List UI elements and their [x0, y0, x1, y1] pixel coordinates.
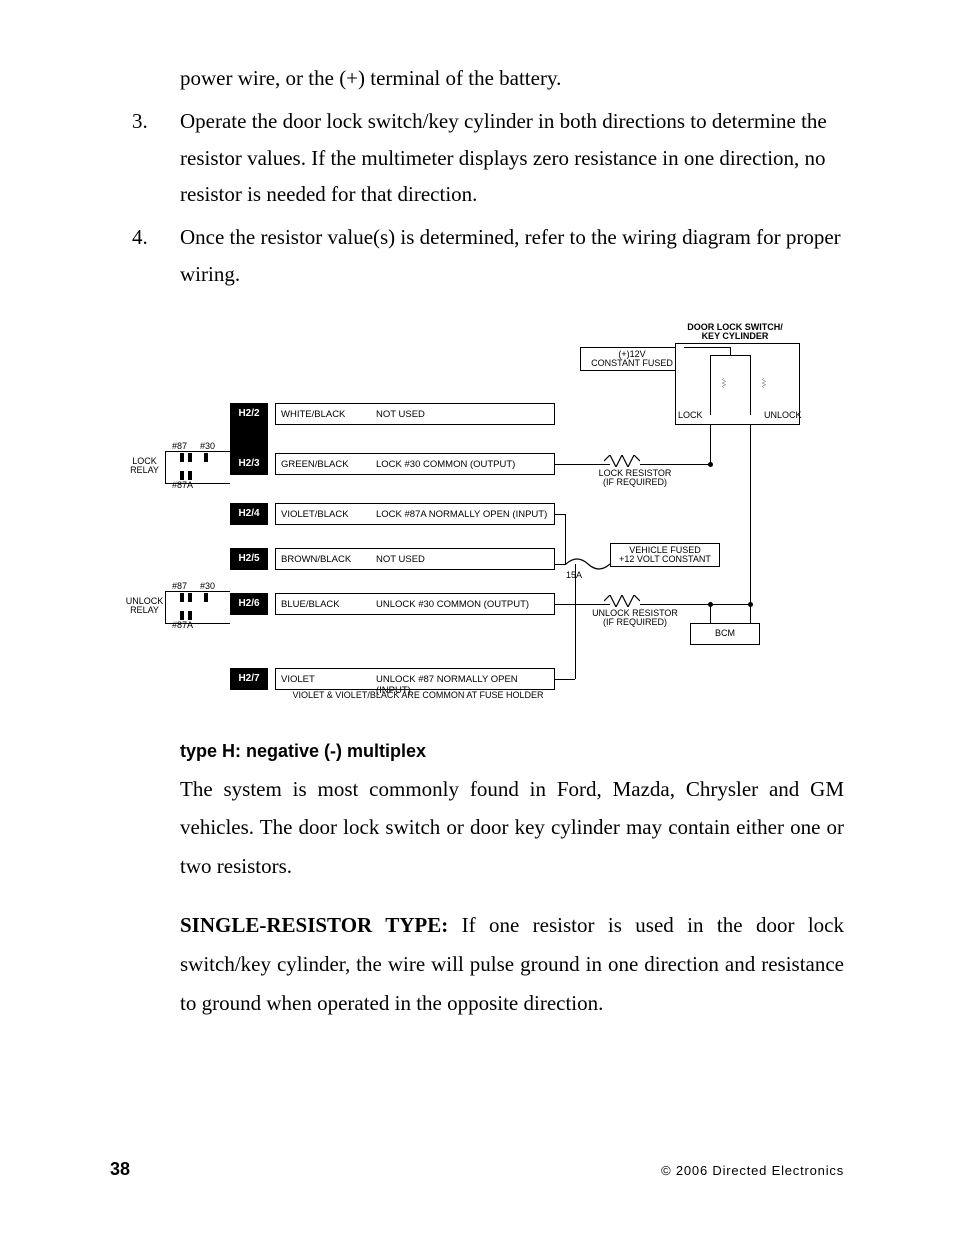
- footer: 38 © 2006 Directed Electronics: [110, 1159, 844, 1180]
- diagram-title: DOOR LOCK SWITCH/KEY CYLINDER: [670, 323, 800, 342]
- wire-label: LOCK #30 COMMON (OUTPUT): [376, 459, 515, 470]
- pin-h2-6: H2/6: [230, 593, 268, 615]
- wire-h2-6: BLUE/BLACK UNLOCK #30 COMMON (OUTPUT): [275, 593, 555, 615]
- line: [565, 514, 566, 564]
- line: [555, 604, 610, 605]
- list-text: Operate the door lock switch/key cylinde…: [180, 103, 844, 213]
- fuse-icon: [566, 558, 610, 570]
- wire-h2-4: VIOLET/BLACK LOCK #87A NORMALLY OPEN (IN…: [275, 503, 555, 525]
- junction-dot-icon: [708, 462, 713, 467]
- wire-color: VIOLET: [281, 674, 315, 685]
- resistor-icon: [604, 595, 640, 607]
- paragraph: SINGLE-RESISTOR TYPE: If one resistor is…: [180, 906, 844, 1023]
- wire-h2-5: BROWN/BLACK NOT USED: [275, 548, 555, 570]
- pin-h2-2: H2/2: [230, 403, 268, 425]
- relay-pin-icon: [188, 611, 192, 620]
- relay-pin-icon: [204, 593, 208, 602]
- fuse-15a-label: 15A: [566, 571, 582, 580]
- wire-h2-7: VIOLET UNLOCK #87 NORMALLY OPEN (INPUT): [275, 668, 555, 690]
- lock-relay-label: LOCKRELAY: [122, 457, 167, 476]
- copyright: © 2006 Directed Electronics: [661, 1163, 844, 1178]
- wire-label: UNLOCK #30 COMMON (OUTPUT): [376, 599, 529, 610]
- lock-resistor-label: LOCK RESISTOR(IF REQUIRED): [580, 469, 690, 488]
- lead-in: SINGLE-RESISTOR TYPE:: [180, 913, 462, 937]
- list-item-3: 3. Operate the door lock switch/key cyli…: [110, 103, 844, 213]
- wire-color: BROWN/BLACK: [281, 554, 351, 565]
- wire-color: VIOLET/BLACK: [281, 509, 349, 520]
- wire-color: GREEN/BLACK: [281, 459, 349, 470]
- line: [555, 679, 575, 680]
- list-text: Once the resistor value(s) is determined…: [180, 219, 844, 293]
- line: [684, 347, 730, 348]
- resistor-icon: [706, 378, 742, 388]
- line: [555, 514, 565, 515]
- unlock-label: UNLOCK: [764, 411, 802, 420]
- junction-dot-icon: [748, 602, 753, 607]
- paragraph: The system is most commonly found in For…: [180, 770, 844, 887]
- list-item-4: 4. Once the resistor value(s) is determi…: [110, 219, 844, 293]
- wire-label: NOT USED: [376, 554, 425, 565]
- resistor-icon: [604, 455, 640, 467]
- list-number: 3.: [110, 103, 180, 213]
- pin-h2-4: H2/4: [230, 503, 268, 525]
- pin-h2-5: H2/5: [230, 548, 268, 570]
- line: [640, 604, 750, 605]
- page-number: 38: [110, 1159, 130, 1180]
- line: [165, 623, 230, 624]
- resistor-icon: [746, 378, 782, 388]
- pin-h2-3: H2/3: [230, 453, 268, 475]
- wire-h2-2: WHITE/BLACK NOT USED: [275, 403, 555, 425]
- vehicle-fused-label: VEHICLE FUSED+12 VOLT CONSTANT: [610, 546, 720, 565]
- pin-gap: [230, 425, 268, 453]
- relay-pin-icon: [180, 471, 184, 480]
- unlock-resistor-label: UNLOCK RESISTOR(IF REQUIRED): [570, 609, 700, 628]
- junction-dot-icon: [708, 602, 713, 607]
- line: [710, 355, 750, 356]
- line: [575, 564, 576, 679]
- wire-label: NOT USED: [376, 409, 425, 420]
- wire-h2-3: GREEN/BLACK LOCK #30 COMMON (OUTPUT): [275, 453, 555, 475]
- line: [165, 591, 230, 592]
- line: [730, 347, 731, 355]
- relay-pin-icon: [188, 453, 192, 462]
- line: [165, 451, 230, 452]
- subheading: type H: negative (-) multiplex: [180, 741, 844, 762]
- relay-pin-icon: [180, 453, 184, 462]
- wire-color: WHITE/BLACK: [281, 409, 345, 420]
- line: [165, 451, 166, 483]
- line: [555, 464, 610, 465]
- line: [555, 564, 566, 565]
- line: [710, 425, 711, 465]
- list-number: 4.: [110, 219, 180, 293]
- relay-pin-icon: [188, 593, 192, 602]
- constant-fused-label: (+)12VCONSTANT FUSED: [580, 350, 684, 369]
- page: power wire, or the (+) terminal of the b…: [0, 0, 954, 1235]
- wire-color: BLUE/BLACK: [281, 599, 340, 610]
- relay-pin-icon: [180, 593, 184, 602]
- pin-h2-7: H2/7: [230, 668, 268, 690]
- relay-pin-icon: [188, 471, 192, 480]
- unlock-relay-label: UNLOCKRELAY: [122, 597, 167, 616]
- top-continued-line: power wire, or the (+) terminal of the b…: [180, 60, 844, 97]
- common-note: VIOLET & VIOLET/BLACK ARE COMMON AT FUSE…: [278, 691, 558, 700]
- line: [640, 464, 710, 465]
- lock-label: LOCK: [678, 411, 703, 420]
- wire-label: LOCK #87A NORMALLY OPEN (INPUT): [376, 509, 547, 520]
- line: [165, 483, 230, 484]
- relay-pin-icon: [204, 453, 208, 462]
- line: [750, 425, 751, 600]
- wiring-diagram: DOOR LOCK SWITCH/KEY CYLINDER (+)12VCONS…: [110, 323, 850, 713]
- bcm-label: BCM: [690, 629, 760, 638]
- line: [165, 591, 166, 623]
- relay-pin-icon: [180, 611, 184, 620]
